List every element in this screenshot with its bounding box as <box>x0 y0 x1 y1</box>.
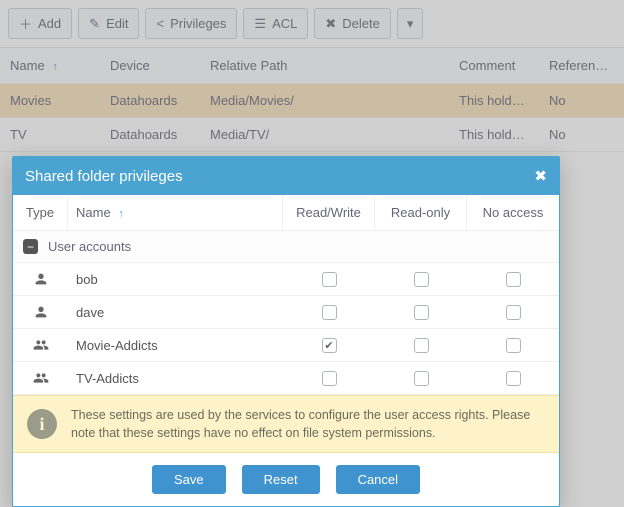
privilege-row: TV-Addicts <box>13 362 559 395</box>
info-bar: i These settings are used by the service… <box>13 395 559 453</box>
user-icon <box>33 271 49 287</box>
reset-button[interactable]: Reset <box>242 465 320 494</box>
ro-checkbox[interactable] <box>414 272 429 287</box>
na-checkbox[interactable] <box>506 272 521 287</box>
dcol-rw-label: Read/Write <box>296 205 361 220</box>
ro-checkbox[interactable] <box>414 305 429 320</box>
type-cell <box>13 329 68 361</box>
group-label: User accounts <box>48 239 131 254</box>
cancel-button[interactable]: Cancel <box>336 465 420 494</box>
dialog-titlebar: Shared folder privileges ✖ <box>13 157 559 195</box>
group-icon <box>33 370 49 386</box>
name-cell: bob <box>68 264 283 295</box>
na-checkbox[interactable] <box>506 371 521 386</box>
dcol-type[interactable]: Type <box>13 195 68 230</box>
user-icon <box>33 304 49 320</box>
ro-checkbox[interactable] <box>414 338 429 353</box>
rw-checkbox[interactable] <box>322 272 337 287</box>
privilege-row: dave <box>13 296 559 329</box>
name-cell: Movie-Addicts <box>68 330 283 361</box>
dialog-grid-header: Type Name ↑ Read/Write Read-only No acce… <box>13 195 559 231</box>
close-icon[interactable]: ✖ <box>534 167 547 185</box>
dcol-ro-label: Read-only <box>391 205 450 220</box>
na-checkbox[interactable] <box>506 305 521 320</box>
rw-checkbox[interactable] <box>322 305 337 320</box>
na-checkbox[interactable] <box>506 338 521 353</box>
dcol-type-label: Type <box>26 205 54 220</box>
type-cell <box>13 362 68 394</box>
privilege-row: bob <box>13 263 559 296</box>
dialog-title: Shared folder privileges <box>25 168 183 185</box>
rw-checkbox[interactable] <box>322 371 337 386</box>
ro-checkbox[interactable] <box>414 371 429 386</box>
rw-checkbox[interactable] <box>322 338 337 353</box>
dcol-name-label: Name <box>76 205 111 220</box>
info-icon: i <box>27 409 57 439</box>
group-header[interactable]: − User accounts <box>13 231 559 263</box>
dcol-rw[interactable]: Read/Write <box>283 195 375 230</box>
sort-asc-icon: ↑ <box>118 208 124 220</box>
dcol-na-label: No access <box>483 205 544 220</box>
dcol-ro[interactable]: Read-only <box>375 195 467 230</box>
dcol-name[interactable]: Name ↑ <box>68 195 283 230</box>
privilege-row: Movie-Addicts <box>13 329 559 362</box>
name-cell: TV-Addicts <box>68 363 283 394</box>
privileges-dialog: Shared folder privileges ✖ Type Name ↑ R… <box>12 156 560 507</box>
collapse-icon[interactable]: − <box>23 239 38 254</box>
info-text: These settings are used by the services … <box>71 406 545 442</box>
type-cell <box>13 263 68 295</box>
save-button[interactable]: Save <box>152 465 226 494</box>
type-cell <box>13 296 68 328</box>
dcol-na[interactable]: No access <box>467 195 559 230</box>
name-cell: dave <box>68 297 283 328</box>
group-icon <box>33 337 49 353</box>
dialog-actions: Save Reset Cancel <box>13 453 559 506</box>
